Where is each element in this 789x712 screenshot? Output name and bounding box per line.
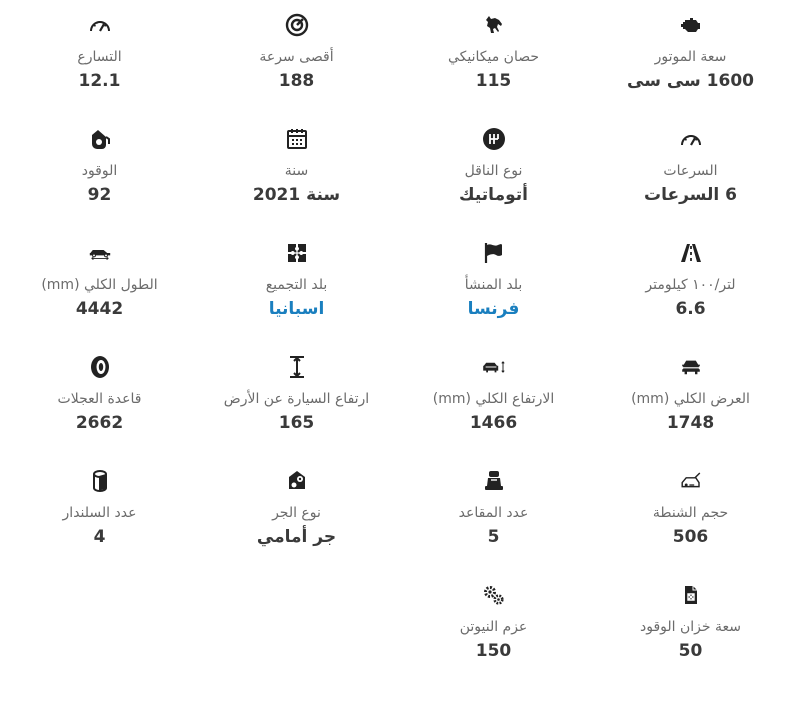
calendar-icon <box>198 124 395 154</box>
spec-label: العرض الكلي (mm) <box>631 391 750 407</box>
spec-value: سنة 2021 <box>252 185 341 205</box>
spec-value: جر أمامي <box>256 527 337 547</box>
fuel-pump-icon <box>1 124 198 154</box>
spec-value: 92 <box>87 185 112 205</box>
spec-value: 150 <box>475 641 512 661</box>
spec-value: 4 <box>93 527 106 547</box>
spec-origin-country[interactable]: بلد المنشأ فرنسا <box>395 238 592 352</box>
spec-label: الطول الكلي (mm) <box>41 277 158 293</box>
gears-icon <box>395 580 592 610</box>
spec-horsepower: حصان ميكانيكي 115 <box>395 10 592 124</box>
spec-label: لتر/١٠٠ كيلومتر <box>645 277 736 293</box>
spec-label: التسارع <box>77 49 122 65</box>
spec-label: عدد المقاعد <box>458 505 529 521</box>
car-length-icon <box>1 238 198 268</box>
spec-label: حجم الشنطة <box>652 505 729 521</box>
spec-label: سنة <box>284 163 309 179</box>
road-icon <box>592 238 789 268</box>
spec-value: 506 <box>672 527 709 547</box>
spec-drivetrain: نوع الجر جر أمامي <box>198 466 395 580</box>
spec-label: عدد السلندار <box>62 505 137 521</box>
spec-value: 5 <box>487 527 500 547</box>
spec-label: ارتفاع السيارة عن الأرض <box>223 391 370 407</box>
spec-ground-clearance: ارتفاع السيارة عن الأرض 165 <box>198 352 395 466</box>
spec-value: 4442 <box>75 299 124 319</box>
speedometer-icon <box>592 124 789 154</box>
spec-value: 188 <box>278 71 315 91</box>
engine-icon <box>592 10 789 40</box>
car-height-icon <box>395 352 592 382</box>
gear-shift-icon <box>395 124 592 154</box>
spec-label: الارتفاع الكلي (mm) <box>432 391 555 407</box>
spec-height: الارتفاع الكلي (mm) 1466 <box>395 352 592 466</box>
car-width-icon <box>592 352 789 382</box>
spec-label: سعة الموتور <box>654 49 727 65</box>
origin-country-link[interactable]: فرنسا <box>395 298 592 320</box>
ground-clearance-icon <box>198 352 395 382</box>
assembly-country-link[interactable]: اسبانيا <box>198 298 395 320</box>
spec-cylinders: عدد السلندار 4 <box>1 466 198 580</box>
spec-value: 1748 <box>666 413 715 433</box>
puzzle-icon <box>198 238 395 268</box>
spec-fuel-tank: سعة خزان الوقود 50 <box>592 580 789 694</box>
spec-label: السرعات <box>663 163 718 179</box>
trunk-icon <box>592 466 789 496</box>
tire-icon <box>1 352 198 382</box>
spec-label: أقصى سرعة <box>259 49 334 65</box>
spec-torque: عزم النيوتن 150 <box>395 580 592 694</box>
spec-length: الطول الكلي (mm) 4442 <box>1 238 198 352</box>
spec-year: سنة سنة 2021 <box>198 124 395 238</box>
spec-label: حصان ميكانيكي <box>447 49 540 65</box>
spec-trunk: حجم الشنطة 506 <box>592 466 789 580</box>
spec-assembly-country[interactable]: بلد التجميع اسبانيا <box>198 238 395 352</box>
speed-circle-icon <box>198 10 395 40</box>
spec-label: نوع الناقل <box>464 163 523 179</box>
spec-seats: عدد المقاعد 5 <box>395 466 592 580</box>
spec-width: العرض الكلي (mm) 1748 <box>592 352 789 466</box>
spec-value: 115 <box>475 71 512 91</box>
horse-icon <box>395 10 592 40</box>
spec-consumption: لتر/١٠٠ كيلومتر 6.6 <box>592 238 789 352</box>
spec-fuel: الوقود 92 <box>1 124 198 238</box>
spec-label: بلد التجميع <box>265 277 328 293</box>
spec-wheelbase: قاعدة العجلات 2662 <box>1 352 198 466</box>
spec-value: أتوماتيك <box>459 185 528 205</box>
spec-label: سعة خزان الوقود <box>640 619 741 635</box>
spec-label: بلد المنشأ <box>464 277 523 293</box>
car-seat-icon <box>395 466 592 496</box>
spec-label: الوقود <box>81 163 118 179</box>
spec-engine-capacity: سعة الموتور 1600 سى سى <box>592 10 789 124</box>
cylinder-icon <box>1 466 198 496</box>
spec-value: 1600 سى سى <box>627 71 754 91</box>
spec-value: 6 السرعات <box>644 185 737 205</box>
spec-value: 165 <box>278 413 315 433</box>
spec-value: 1466 <box>469 413 518 433</box>
speedometer-icon <box>1 10 198 40</box>
spec-transmission: نوع الناقل أتوماتيك <box>395 124 592 238</box>
drivetrain-icon <box>198 466 395 496</box>
spec-value: 2662 <box>75 413 124 433</box>
spec-top-speed: أقصى سرعة 188 <box>198 10 395 124</box>
spec-gears: السرعات 6 السرعات <box>592 124 789 238</box>
spec-value: 12.1 <box>78 71 121 91</box>
specs-grid: سعة الموتور 1600 سى سى حصان ميكانيكي 115… <box>0 0 789 694</box>
spec-label: عزم النيوتن <box>459 619 528 635</box>
flag-icon <box>395 238 592 268</box>
spec-value: 50 <box>678 641 703 661</box>
fuel-tank-icon <box>592 580 789 610</box>
spec-acceleration: التسارع 12.1 <box>1 10 198 124</box>
spec-value: 6.6 <box>675 299 706 319</box>
spec-label: قاعدة العجلات <box>57 391 142 407</box>
spec-label: نوع الجر <box>272 505 321 521</box>
